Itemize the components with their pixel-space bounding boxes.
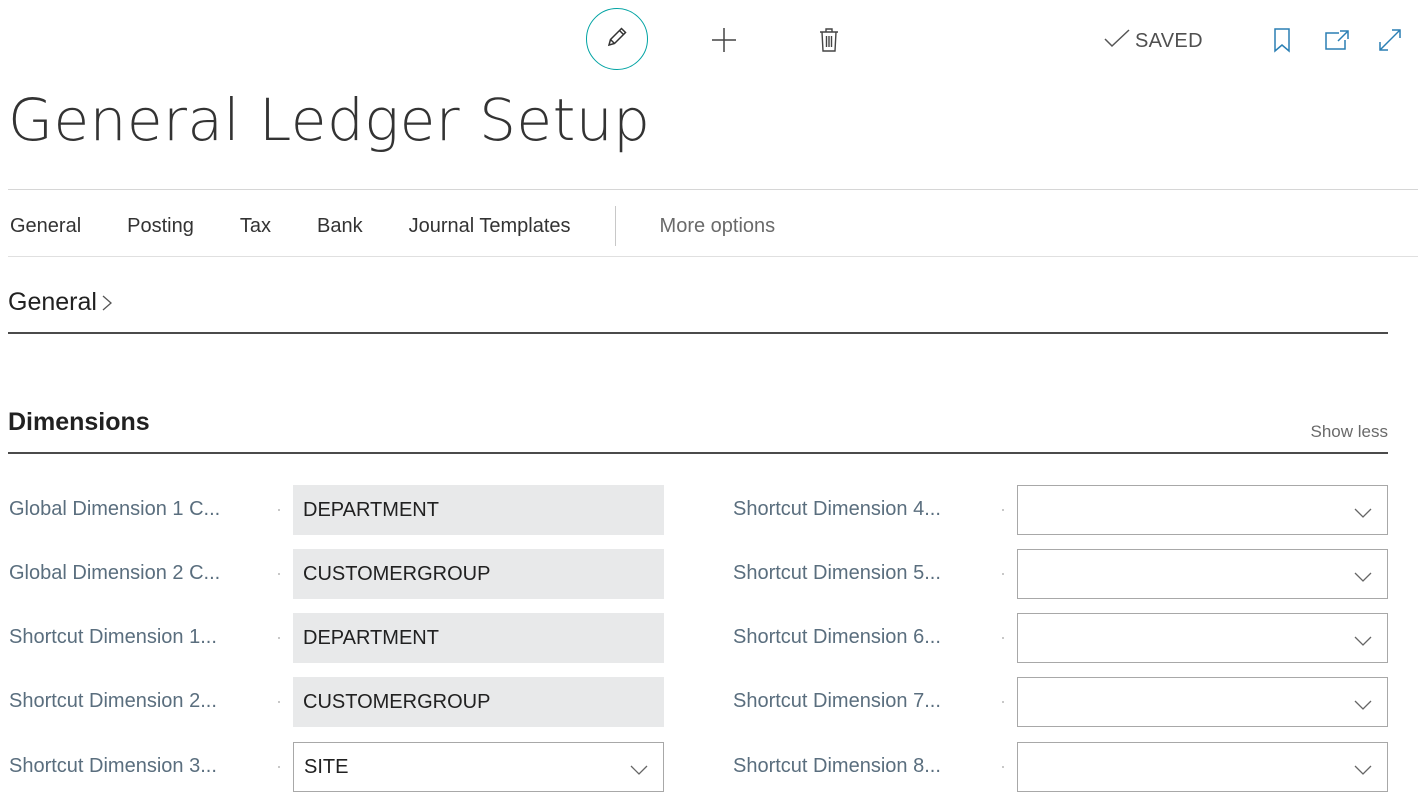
title-divider bbox=[8, 189, 1418, 190]
chevron-right-icon bbox=[100, 291, 114, 315]
global-dimension-2-code-field[interactable]: CUSTOMERGROUP bbox=[293, 549, 664, 599]
field-separator bbox=[1002, 573, 1004, 575]
field-separator bbox=[278, 573, 280, 575]
tab-general[interactable]: General bbox=[10, 215, 81, 238]
field-separator bbox=[1002, 701, 1004, 703]
bookmark-icon bbox=[1272, 26, 1292, 59]
shortcut-dimension-7-code-dropdown[interactable] bbox=[1017, 677, 1388, 727]
field-separator bbox=[1002, 637, 1004, 639]
field-row: Shortcut Dimension 7... bbox=[724, 677, 1394, 727]
field-label: Shortcut Dimension 1... bbox=[9, 626, 217, 648]
open-in-new-window-icon bbox=[1323, 28, 1351, 57]
field-row: Global Dimension 2 C... CUSTOMERGROUP bbox=[0, 549, 680, 599]
chevron-down-icon bbox=[1353, 695, 1373, 718]
shortcut-dimension-4-code-dropdown[interactable] bbox=[1017, 485, 1388, 535]
tab-separator bbox=[614, 206, 616, 246]
shortcut-dimension-6-code-dropdown[interactable] bbox=[1017, 613, 1388, 663]
shortcut-dimension-1-code-field[interactable]: DEPARTMENT bbox=[293, 613, 664, 663]
chevron-down-icon bbox=[629, 760, 649, 783]
checkmark-icon bbox=[1103, 27, 1131, 55]
dimensions-section-divider bbox=[8, 452, 1388, 454]
tab-tax[interactable]: Tax bbox=[240, 215, 271, 238]
trash-icon bbox=[817, 26, 841, 59]
pencil-icon bbox=[604, 24, 630, 55]
field-separator bbox=[278, 701, 280, 703]
field-row: Shortcut Dimension 4... bbox=[724, 485, 1394, 535]
field-separator bbox=[278, 509, 280, 511]
dimensions-section-title: Dimensions bbox=[8, 408, 150, 436]
shortcut-dimension-8-code-dropdown[interactable] bbox=[1017, 742, 1388, 792]
shortcut-dimension-3-code-dropdown[interactable]: SITE bbox=[293, 742, 664, 792]
field-row: Shortcut Dimension 3... SITE bbox=[0, 742, 680, 792]
plus-icon bbox=[709, 25, 739, 60]
new-button[interactable] bbox=[708, 26, 740, 58]
general-section-title: General bbox=[8, 288, 97, 316]
page-title: General Ledger Setup bbox=[8, 86, 651, 154]
shortcut-dimension-5-code-dropdown[interactable] bbox=[1017, 549, 1388, 599]
show-less-link[interactable]: Show less bbox=[1311, 422, 1388, 442]
edit-button[interactable] bbox=[586, 8, 648, 70]
field-label: Shortcut Dimension 5... bbox=[733, 562, 941, 584]
field-separator bbox=[1002, 766, 1004, 768]
bookmark-button[interactable] bbox=[1270, 26, 1294, 58]
chevron-down-icon bbox=[1353, 631, 1373, 654]
saved-label: SAVED bbox=[1135, 29, 1203, 52]
open-new-window-button[interactable] bbox=[1322, 26, 1352, 58]
general-section-header[interactable]: General bbox=[8, 288, 114, 317]
tab-journal-templates[interactable]: Journal Templates bbox=[409, 215, 571, 238]
tabs-divider bbox=[8, 256, 1418, 257]
field-separator bbox=[278, 766, 280, 768]
field-row: Shortcut Dimension 8... bbox=[724, 742, 1394, 792]
field-row: Shortcut Dimension 6... bbox=[724, 613, 1394, 663]
more-options-button[interactable]: More options bbox=[660, 215, 776, 238]
field-label: Shortcut Dimension 8... bbox=[733, 755, 941, 777]
shortcut-dimension-2-code-field[interactable]: CUSTOMERGROUP bbox=[293, 677, 664, 727]
field-label: Global Dimension 2 C... bbox=[9, 562, 221, 584]
field-label: Shortcut Dimension 6... bbox=[733, 626, 941, 648]
field-row: Global Dimension 1 C... DEPARTMENT bbox=[0, 485, 680, 535]
general-section-divider bbox=[8, 332, 1388, 334]
tab-posting[interactable]: Posting bbox=[127, 215, 194, 238]
saved-status: SAVED bbox=[1103, 26, 1203, 56]
dropdown-value: SITE bbox=[304, 755, 349, 778]
field-label: Shortcut Dimension 7... bbox=[733, 690, 941, 712]
chevron-down-icon bbox=[1353, 503, 1373, 526]
field-label: Global Dimension 1 C... bbox=[9, 498, 221, 520]
field-separator bbox=[278, 637, 280, 639]
delete-button[interactable] bbox=[814, 26, 844, 58]
field-separator bbox=[1002, 509, 1004, 511]
chevron-down-icon bbox=[1353, 760, 1373, 783]
global-dimension-1-code-field[interactable]: DEPARTMENT bbox=[293, 485, 664, 535]
field-label: Shortcut Dimension 4... bbox=[733, 498, 941, 520]
field-row: Shortcut Dimension 1... DEPARTMENT bbox=[0, 613, 680, 663]
field-label: Shortcut Dimension 2... bbox=[9, 690, 217, 712]
expand-button[interactable] bbox=[1374, 26, 1406, 58]
field-row: Shortcut Dimension 5... bbox=[724, 549, 1394, 599]
tab-bank[interactable]: Bank bbox=[317, 215, 363, 238]
action-bar: General Posting Tax Bank Journal Templat… bbox=[10, 206, 776, 246]
field-label: Shortcut Dimension 3... bbox=[9, 755, 217, 777]
field-row: Shortcut Dimension 2... CUSTOMERGROUP bbox=[0, 677, 680, 727]
expand-icon bbox=[1376, 26, 1404, 59]
chevron-down-icon bbox=[1353, 567, 1373, 590]
